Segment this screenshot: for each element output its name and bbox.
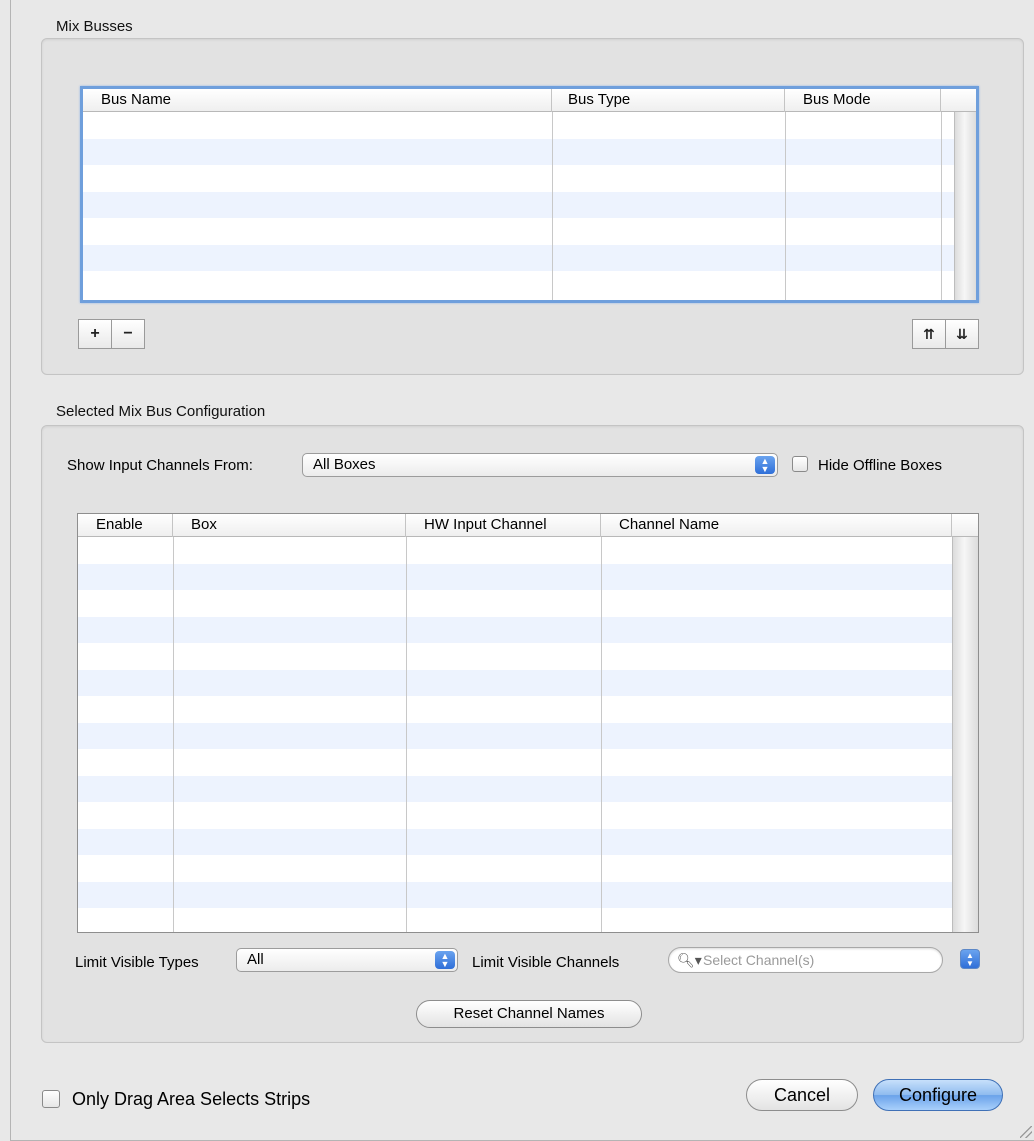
- table-row[interactable]: [78, 669, 978, 696]
- table-row[interactable]: [83, 191, 976, 218]
- hide-offline-checkbox[interactable]: [792, 456, 808, 472]
- limit-channels-stepper[interactable]: ▲ ▼: [960, 949, 980, 969]
- table-row[interactable]: [78, 881, 978, 908]
- table-row[interactable]: [83, 112, 976, 139]
- table-row[interactable]: [78, 802, 978, 829]
- popup-arrows-icon: ▲ ▼: [755, 456, 775, 474]
- move-to-top-button[interactable]: ⇈: [912, 319, 946, 349]
- reset-channel-names-button[interactable]: Reset Channel Names: [416, 1000, 642, 1028]
- channel-search-field[interactable]: 🔍︎▾ Select Channel(s): [668, 947, 943, 973]
- resize-grip-icon[interactable]: [1020, 1126, 1032, 1138]
- table-row[interactable]: [83, 165, 976, 192]
- channel-table[interactable]: Enable Box HW Input Channel Channel Name: [77, 513, 979, 933]
- column-bus-mode[interactable]: Bus Mode: [785, 89, 941, 112]
- table-row[interactable]: [78, 616, 978, 643]
- hide-offline-label: Hide Offline Boxes: [818, 457, 942, 474]
- mix-busses-title: Mix Busses: [56, 18, 133, 35]
- cancel-button[interactable]: Cancel: [746, 1079, 858, 1111]
- column-divider: [601, 537, 602, 932]
- bus-table-header: Bus Name Bus Type Bus Mode: [83, 89, 976, 112]
- channel-table-scrollbar[interactable]: [952, 537, 978, 932]
- limit-channels-label: Limit Visible Channels: [472, 954, 620, 971]
- column-enable[interactable]: Enable: [78, 514, 173, 537]
- table-row[interactable]: [83, 218, 976, 245]
- column-divider: [173, 537, 174, 932]
- channel-table-header: Enable Box HW Input Channel Channel Name: [78, 514, 978, 537]
- table-row[interactable]: [78, 722, 978, 749]
- channel-search-placeholder: Select Channel(s): [703, 952, 815, 968]
- table-row[interactable]: [83, 271, 976, 298]
- column-bus-name[interactable]: Bus Name: [83, 89, 552, 112]
- table-row[interactable]: [78, 775, 978, 802]
- mix-busses-group: Bus Name Bus Type Bus Mode + − ⇈ ⇊: [41, 38, 1024, 375]
- column-channel-name[interactable]: Channel Name: [601, 514, 952, 537]
- channel-table-rows: [78, 537, 978, 932]
- column-divider: [552, 112, 553, 300]
- show-from-label: Show Input Channels From:: [67, 457, 253, 474]
- bus-table-rows: [83, 112, 976, 298]
- configure-button[interactable]: Configure: [873, 1079, 1003, 1111]
- table-row[interactable]: [78, 855, 978, 882]
- column-bus-type[interactable]: Bus Type: [552, 89, 785, 112]
- table-row[interactable]: [78, 908, 978, 932]
- move-to-bottom-button[interactable]: ⇊: [945, 319, 979, 349]
- table-row[interactable]: [83, 138, 976, 165]
- column-box[interactable]: Box: [173, 514, 406, 537]
- limit-types-value: All: [247, 951, 264, 968]
- table-row[interactable]: [78, 537, 978, 564]
- limit-types-label: Limit Visible Types: [75, 954, 199, 971]
- table-row[interactable]: [78, 590, 978, 617]
- show-from-value: All Boxes: [313, 456, 376, 473]
- table-row[interactable]: [78, 828, 978, 855]
- config-group: Show Input Channels From: All Boxes ▲ ▼ H…: [41, 425, 1024, 1043]
- add-bus-button[interactable]: +: [78, 319, 112, 349]
- config-title: Selected Mix Bus Configuration: [56, 403, 266, 420]
- column-divider: [785, 112, 786, 300]
- remove-bus-button[interactable]: −: [111, 319, 145, 349]
- only-drag-label: Only Drag Area Selects Strips: [72, 1089, 311, 1109]
- only-drag-checkbox[interactable]: [42, 1090, 60, 1108]
- mix-bus-dialog: Mix Busses Bus Name Bus Type Bus Mode + …: [10, 0, 1034, 1141]
- column-divider: [941, 112, 942, 300]
- limit-types-popup[interactable]: All ▲ ▼: [236, 948, 458, 972]
- table-row[interactable]: [78, 643, 978, 670]
- column-divider: [406, 537, 407, 932]
- bus-table-scrollbar[interactable]: [954, 112, 976, 300]
- popup-arrows-icon: ▲ ▼: [435, 951, 455, 969]
- magnifier-icon[interactable]: 🔍︎▾: [677, 948, 702, 972]
- table-row[interactable]: [78, 563, 978, 590]
- column-hw-input-channel[interactable]: HW Input Channel: [406, 514, 601, 537]
- show-from-popup[interactable]: All Boxes ▲ ▼: [302, 453, 778, 477]
- table-row[interactable]: [78, 696, 978, 723]
- table-row[interactable]: [83, 244, 976, 271]
- table-row[interactable]: [78, 749, 978, 776]
- bus-table[interactable]: Bus Name Bus Type Bus Mode: [80, 86, 979, 303]
